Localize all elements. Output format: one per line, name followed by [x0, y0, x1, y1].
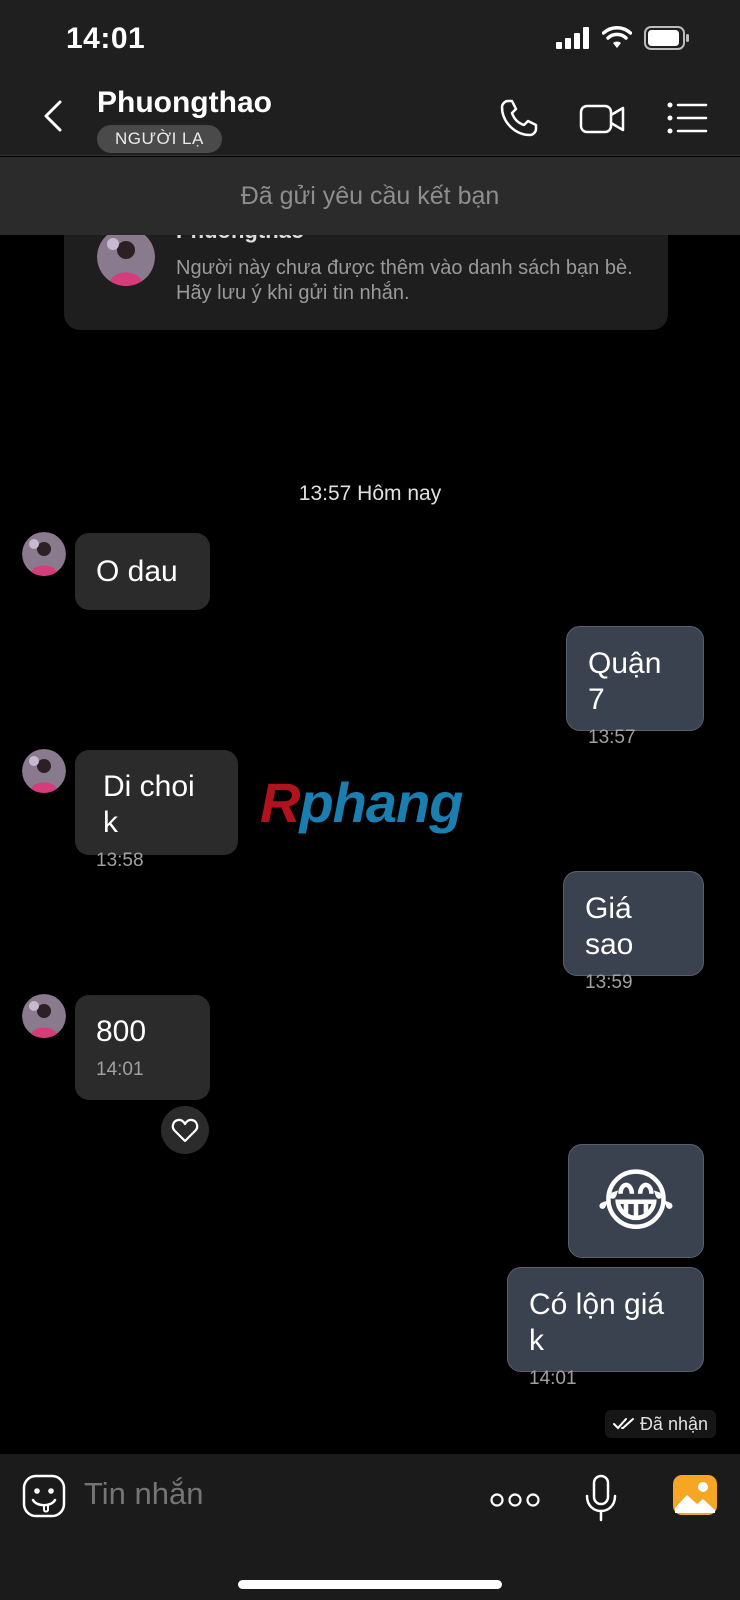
message-composer — [0, 1454, 740, 1600]
message-bubble-incoming[interactable]: 800 14:01 — [75, 995, 210, 1100]
home-indicator — [238, 1580, 502, 1589]
message-bubble-incoming[interactable]: Di choi k 13:58 — [75, 750, 238, 871]
message-time: 13:59 — [585, 972, 633, 993]
message-text: Có lộn giá k — [529, 1288, 665, 1357]
message-bubble-outgoing[interactable]: Giá sao 13:59 — [563, 871, 704, 993]
message-text: 800 — [96, 1015, 147, 1048]
battery-icon — [644, 26, 689, 50]
message-bubble-incoming[interactable]: O dau — [75, 533, 210, 610]
phone-icon[interactable] — [496, 95, 542, 141]
stranger-warning-text: Người này chưa được thêm vào danh sách b… — [176, 257, 633, 304]
friend-request-banner: Đã gửi yêu cầu kết bạn — [0, 157, 740, 235]
sender-avatar[interactable] — [22, 532, 66, 576]
watermark-logo: Rphang — [260, 771, 463, 834]
heart-icon — [171, 1118, 199, 1143]
read-status-text: Đã nhận — [639, 1414, 708, 1434]
react-like-button[interactable] — [161, 1106, 209, 1154]
contact-name[interactable]: Phuongthao — [97, 86, 272, 120]
read-status: Đã nhận — [604, 1410, 716, 1438]
back-chevron-icon[interactable] — [36, 96, 76, 136]
status-time: 14:01 — [66, 22, 146, 55]
message-time: 14:01 — [529, 1368, 577, 1389]
signal-icon — [556, 27, 589, 49]
message-time: 13:57 — [588, 727, 636, 748]
status-bar: 14:01 — [0, 0, 740, 80]
status-icons — [556, 26, 690, 50]
stranger-badge: NGƯỜI LẠ — [97, 125, 222, 153]
message-text: Quận 7 — [588, 647, 662, 716]
message-time: 14:01 — [96, 1059, 144, 1080]
message-bubble-outgoing-emoji[interactable]: 😂 — [568, 1144, 704, 1258]
message-time: 13:58 — [96, 850, 144, 871]
message-bubble-outgoing[interactable]: Quận 7 13:57 — [566, 626, 704, 748]
emoji-laughing-tears: 😂 — [596, 1163, 676, 1239]
chat-header: Phuongthao NGƯỜI LẠ — [0, 80, 740, 156]
more-options-icon[interactable] — [490, 1490, 540, 1510]
double-check-icon — [612, 1418, 634, 1430]
message-text: Giá sao — [585, 892, 634, 961]
message-text: Di choi k — [103, 770, 195, 839]
list-menu-icon[interactable] — [664, 95, 710, 141]
message-bubble-outgoing[interactable]: Có lộn giá k 14:01 — [507, 1267, 704, 1389]
message-text: O dau — [96, 555, 178, 588]
sender-avatar[interactable] — [22, 749, 66, 793]
sticker-icon[interactable] — [22, 1474, 66, 1518]
video-camera-icon[interactable] — [578, 95, 626, 141]
time-separator: 13:57 Hôm nay — [298, 482, 442, 505]
contact-avatar — [97, 228, 155, 286]
microphone-icon[interactable] — [584, 1474, 618, 1522]
sender-avatar[interactable] — [22, 994, 66, 1038]
photo-gallery-icon[interactable] — [672, 1474, 718, 1516]
message-input[interactable] — [84, 1476, 464, 1512]
wifi-icon — [602, 26, 632, 48]
